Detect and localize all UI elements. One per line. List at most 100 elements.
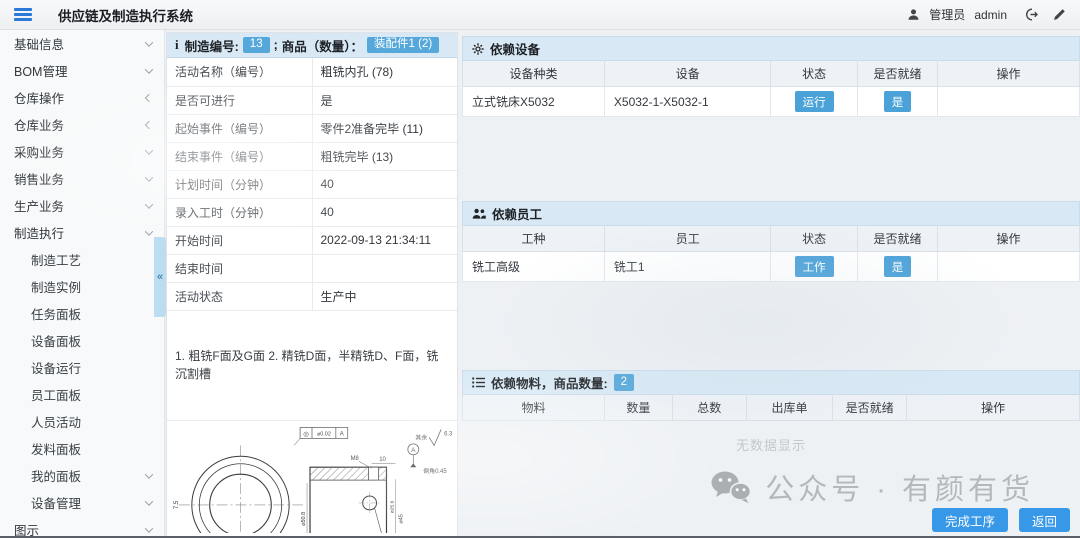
column-header: 物料 <box>463 395 605 421</box>
activity-info-table: 活动名称（编号）粗铣内孔 (78) 是否可进行是 起始事件（编号）零件2准备完毕… <box>167 58 457 311</box>
sidebar-item-mfg-process[interactable]: 制造工艺 <box>0 246 164 273</box>
chevron-left-icon <box>145 120 153 128</box>
table-row: 铣工高级 铣工1 工作 是 <box>463 252 1080 282</box>
drawing-hole-dim: ⌀25.6 <box>389 500 395 513</box>
empty-data-message: 无数据显示 <box>462 421 1080 467</box>
sidebar-item-equipment-panel[interactable]: 设备面板 <box>0 327 164 354</box>
finish-process-button[interactable]: 完成工序 <box>932 508 1008 532</box>
column-header: 操作 <box>907 395 1080 421</box>
product-qty-label: 商品（数量）： <box>282 36 363 55</box>
column-header: 数量 <box>604 395 672 421</box>
gear-icon <box>472 43 484 55</box>
sidebar-item-bom[interactable]: BOM管理 <box>0 57 164 84</box>
drawing-dim-top: 10 <box>379 457 386 463</box>
activity-detail-panel: i 制造编号: 13 ; 商品（数量）： 装配件1 (2) 活动名称（编号）粗铣… <box>166 32 458 538</box>
sidebar-item-personnel-activity[interactable]: 人员活动 <box>0 408 164 435</box>
equipment-section-header: 依赖设备 <box>462 36 1080 60</box>
sidebar-item-task-panel[interactable]: 任务面板 <box>0 300 164 327</box>
drawing-side-dim: ⌀50.8 <box>301 511 307 525</box>
table-row: 起始事件（编号）零件2准备完毕 (11) <box>167 114 457 142</box>
sidebar-item-material-issue-panel[interactable]: 发料面板 <box>0 435 164 462</box>
action-bar: 完成工序 返回 <box>932 508 1070 532</box>
info-icon: i <box>175 37 179 53</box>
operation-cell <box>938 252 1080 282</box>
mfg-no-badge: 13 <box>243 37 270 54</box>
equipment-table: 设备种类 设备 状态 是否就绪 操作 立式铣床X5032 X5032-1-X50… <box>462 60 1080 117</box>
sidebar-item-my-panel[interactable]: 我的面板 <box>0 462 164 489</box>
dependencies-section: 依赖设备 设备种类 设备 状态 是否就绪 操作 立式铣床X5032 X5032-… <box>462 32 1080 538</box>
edit-pencil-icon[interactable] <box>1053 8 1066 21</box>
column-header: 出库单 <box>746 395 832 421</box>
user-role: 管理员 <box>929 6 965 23</box>
people-icon <box>472 208 486 219</box>
chevron-down-icon <box>145 65 153 73</box>
table-row: 录入工时（分钟）40 <box>167 198 457 226</box>
sidebar-item-staff-panel[interactable]: 员工面板 <box>0 381 164 408</box>
sidebar-item-production[interactable]: 生产业务 <box>0 192 164 219</box>
material-count-badge: 2 <box>614 374 634 391</box>
table-row: 开始时间2022-09-13 21:34:11 <box>167 226 457 254</box>
sidebar-item-purchasing[interactable]: 采购业务 <box>0 138 164 165</box>
drawing-dim-left: 7.5 <box>174 500 180 509</box>
sidebar-item-diagram[interactable]: 图示 <box>0 516 164 538</box>
staff-type-cell: 铣工高级 <box>463 252 605 282</box>
logout-icon[interactable] <box>1024 8 1038 21</box>
drawing-outer-dim: ⌀45 <box>398 514 404 523</box>
activity-panel-header: i 制造编号: 13 ; 商品（数量）： 装配件1 (2) <box>167 33 457 58</box>
sidebar-item-warehouse-ops[interactable]: 仓库操作 <box>0 84 164 111</box>
sidebar-collapse-handle[interactable]: « <box>154 237 166 317</box>
hamburger-menu-icon[interactable] <box>14 8 32 21</box>
table-row: 结束时间 <box>167 254 457 282</box>
material-section-header: 依赖物料，商品数量: 2 <box>462 370 1080 394</box>
staff-section-header: 依赖员工 <box>462 201 1080 225</box>
table-row: 计划时间（分钟）40 <box>167 170 457 198</box>
user-avatar-icon <box>907 8 920 21</box>
status-badge: 运行 <box>795 91 834 112</box>
column-header: 工种 <box>463 226 605 252</box>
separator-text: ; <box>274 38 278 52</box>
sidebar-item-mfg-execution[interactable]: 制造执行 <box>0 219 164 246</box>
sidebar-item-equipment-mgmt[interactable]: 设备管理 <box>0 489 164 516</box>
sidebar-item-sales[interactable]: 销售业务 <box>0 165 164 192</box>
staff-name-cell: 铣工1 <box>604 252 771 282</box>
material-section-title: 依赖物料，商品数量: <box>491 373 608 392</box>
status-badge: 工作 <box>795 256 834 277</box>
chevron-down-icon <box>145 470 153 478</box>
chevron-down-icon <box>145 173 153 181</box>
drawing-tolerance-symbol: ◎ <box>303 430 309 437</box>
column-header: 操作 <box>938 226 1080 252</box>
column-header: 操作 <box>938 61 1080 87</box>
sidebar-item-mfg-instance[interactable]: 制造实例 <box>0 273 164 300</box>
app-title: 供应链及制造执行系统 <box>58 5 193 25</box>
list-icon <box>472 377 485 388</box>
drawing-chamfer-label: 倒角0.45 <box>423 467 447 475</box>
process-description: 1. 粗铣F面及G面 2. 精铣D面，半精铣D、F面，铣沉割槽 <box>167 311 457 421</box>
technical-drawing: 7.5 ◎ ⌀0.02 A M8 10 A 其余 <box>167 421 457 533</box>
ready-badge: 是 <box>884 91 912 112</box>
equipment-type-cell: 立式铣床X5032 <box>463 87 605 117</box>
column-header: 是否就绪 <box>857 226 937 252</box>
drawing-datum-label: A <box>411 446 416 453</box>
column-header: 是否就绪 <box>833 395 907 421</box>
user-name: admin <box>974 8 1007 22</box>
mfg-no-label: 制造编号: <box>185 36 239 55</box>
column-header: 状态 <box>771 226 857 252</box>
column-header: 设备种类 <box>463 61 605 87</box>
sidebar-item-basic-info[interactable]: 基础信息 <box>0 30 164 57</box>
operation-cell <box>938 87 1080 117</box>
chevron-down-icon <box>145 38 153 46</box>
chevron-down-icon <box>145 524 153 532</box>
chevron-down-icon <box>145 200 153 208</box>
sidebar-item-equipment-run[interactable]: 设备运行 <box>0 354 164 381</box>
sidebar-item-warehouse-biz[interactable]: 仓库业务 <box>0 111 164 138</box>
chevron-left-icon <box>145 93 153 101</box>
table-row: 是否可进行是 <box>167 86 457 114</box>
chevron-down-icon <box>145 227 153 235</box>
drawing-thread-label: M8 <box>351 456 360 462</box>
back-button[interactable]: 返回 <box>1019 508 1070 532</box>
equipment-section-title: 依赖设备 <box>490 39 540 58</box>
top-header: 供应链及制造执行系统 管理员 admin <box>0 0 1080 30</box>
drawing-tolerance-datum: A <box>340 431 344 437</box>
equipment-name-cell: X5032-1-X5032-1 <box>604 87 771 117</box>
chevron-down-icon <box>145 497 153 505</box>
